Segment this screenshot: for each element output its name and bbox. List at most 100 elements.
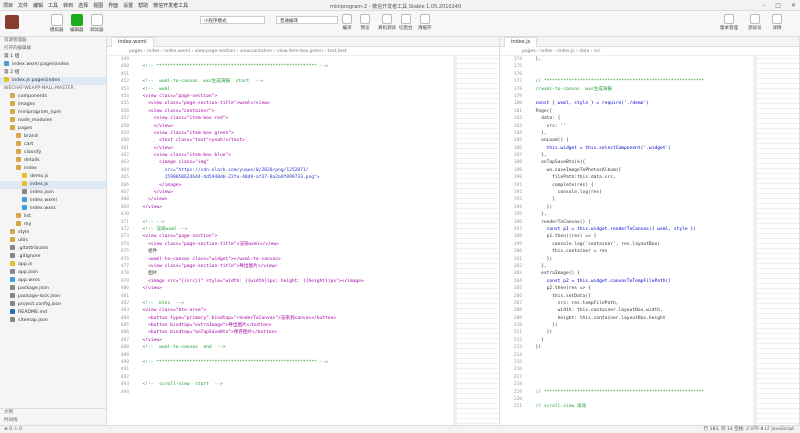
code-line[interactable]: 455 <view class="page-section-title">wxm… (107, 100, 499, 107)
code-line[interactable]: 452 <!-- wxml-to-canvas wxs生成海报 start --… (107, 78, 499, 85)
tree-item[interactable]: index.js (0, 181, 106, 189)
code-line[interactable]: 482 <!-- btns --> (107, 300, 499, 307)
code-line[interactable]: 483 <view class="btn-area"> (107, 307, 499, 314)
js-editor[interactable]: index.js pages › index › index.js › data… (500, 37, 800, 425)
menu-item[interactable]: 项目 (3, 2, 13, 9)
tree-item[interactable]: list (0, 213, 106, 221)
code-line[interactable]: 493 <!-- scroll-view start --> (107, 381, 499, 388)
compile-button[interactable]: 编译 (342, 14, 352, 31)
menu-item[interactable]: 文件 (18, 2, 28, 9)
code-line[interactable]: 492 (107, 374, 499, 381)
code-line[interactable]: 449 (107, 56, 499, 63)
menu-item[interactable]: 界面 (108, 2, 118, 9)
cursor-status[interactable]: 行 183, 列 14 空格: 2 UTF-8 LF JavaScript (704, 426, 794, 433)
tree-item[interactable]: README.md (0, 309, 106, 317)
tree-item[interactable]: cart (0, 141, 106, 149)
code-line[interactable]: 478 图片 (107, 270, 499, 277)
debugger-button[interactable]: 调试器 (90, 14, 104, 33)
code-line[interactable]: 456 <view class="container"> (107, 108, 499, 115)
tab-index-wxml[interactable]: index.wxml (111, 37, 154, 47)
background-button[interactable]: 切后台 (399, 14, 413, 31)
tree-item[interactable]: demo.js (0, 173, 106, 181)
menu-item[interactable]: 工具 (48, 2, 58, 9)
code-line[interactable]: 476 <wxml-to-canvas class="widget"></wxm… (107, 256, 499, 263)
tree-item[interactable]: project.config.json (0, 301, 106, 309)
code-line[interactable]: 490 <!-- *******************************… (107, 359, 499, 366)
code-line[interactable]: 453 <!-- wxml (107, 86, 499, 93)
problems-indicator[interactable]: ⊗ 0 ⚠ 0 (4, 426, 22, 433)
tree-item[interactable]: miniprogram_npm (0, 109, 106, 117)
menu-item[interactable]: 帮助 (138, 2, 148, 9)
code-line[interactable]: 461 </view> (107, 145, 499, 152)
mode-select[interactable]: 小程序模式 (200, 16, 265, 24)
tree-item[interactable]: .gitignore (0, 253, 106, 261)
breadcrumb[interactable]: pages › index › index.wxml › view.page-s… (107, 47, 499, 56)
code-line[interactable]: 487 </view> (107, 337, 499, 344)
code-line[interactable]: 460 <text class="text">yeah!</text> (107, 137, 499, 144)
code-line[interactable]: 469 </view> (107, 204, 499, 211)
project-header[interactable]: WECHAT-WEAPP-MALL-MASTER (0, 85, 106, 93)
preview-button[interactable]: 预览 (360, 14, 370, 31)
tree-item[interactable]: index.wxss (0, 205, 106, 213)
breadcrumb[interactable]: pages › index › index.js › data › src (500, 47, 799, 56)
tree-item[interactable]: details (0, 157, 106, 165)
wxml-editor[interactable]: index.wxml pages › index › index.wxml › … (107, 37, 500, 425)
avatar[interactable] (5, 15, 19, 29)
tree-item[interactable]: images (0, 101, 106, 109)
code-line[interactable]: 489 (107, 352, 499, 359)
tree-item[interactable]: app.wxss (0, 277, 106, 285)
tree-item[interactable]: package-lock.json (0, 293, 106, 301)
code-line[interactable]: 451 (107, 71, 499, 78)
tree-item[interactable]: index.wxml (0, 197, 106, 205)
code-line[interactable]: 457 <view class="item-box red"> (107, 115, 499, 122)
code-line[interactable]: 468 </view> (107, 196, 499, 203)
code-line[interactable]: 473 <view class="page-section"> (107, 233, 499, 240)
open-file-js[interactable]: index.js pages\index (0, 77, 106, 85)
code-line[interactable]: 485 <button bindtap="extraImage">导出图片</b… (107, 322, 499, 329)
tree-item[interactable]: style (0, 229, 106, 237)
code-line[interactable]: 471 <!-- --> (107, 219, 499, 226)
tree-item[interactable]: brand (0, 133, 106, 141)
tree-item[interactable]: classify (0, 149, 106, 157)
code-line[interactable]: 463 <image class="img" (107, 159, 499, 166)
compile-select[interactable]: 普通编译 (276, 16, 338, 24)
code-line[interactable]: 481 (107, 293, 499, 300)
code-line[interactable]: 467 </view> (107, 189, 499, 196)
version-button[interactable]: 版本管理 (720, 14, 738, 31)
code-line[interactable]: 472 <!-- 渲染wxml --> (107, 226, 499, 233)
menu-item[interactable]: 微信开发者工具 (153, 2, 188, 9)
tree-item[interactable]: app.json (0, 269, 106, 277)
clear-cache-button[interactable]: 清缓存 (418, 14, 432, 31)
tree-item[interactable]: node_modules (0, 117, 106, 125)
code-line[interactable]: 470 (107, 211, 499, 218)
code-line[interactable]: 458 </view> (107, 123, 499, 130)
code-line[interactable]: 474 <view class="page-section-title">渲染w… (107, 241, 499, 248)
menu-item[interactable]: 视图 (93, 2, 103, 9)
code-line[interactable]: 459 <view class="item-box green"> (107, 130, 499, 137)
code-line[interactable]: 486 <button bindtap="onTapSaveBtn">保存图片<… (107, 329, 499, 336)
close-icon[interactable]: ✕ (791, 2, 796, 9)
tree-item[interactable]: my (0, 221, 106, 229)
tab-index-js[interactable]: index.js (504, 37, 538, 47)
code-line[interactable]: 466 </image> (107, 182, 499, 189)
code-line[interactable]: 454 <view class="page-section"> (107, 93, 499, 100)
details-button[interactable]: 详情 (772, 14, 782, 31)
tree-item[interactable]: app.js (0, 261, 106, 269)
code-line[interactable]: 450 <!-- *******************************… (107, 63, 499, 70)
tree-item[interactable]: pages (0, 125, 106, 133)
maximize-icon[interactable]: □ (775, 2, 781, 9)
tree-item[interactable]: utils (0, 237, 106, 245)
tree-item[interactable]: package.json (0, 285, 106, 293)
menu-item[interactable]: 转到 (63, 2, 73, 9)
code-line[interactable]: 465 1590050624644-dd5948db-22fe-48d9-af3… (107, 174, 499, 181)
timeline-panel[interactable]: 时间线 (0, 417, 106, 425)
code-line[interactable]: 462 <view class="item-box blue"> (107, 152, 499, 159)
minimize-icon[interactable]: – (762, 2, 765, 9)
editor-button[interactable]: 编辑器 (70, 14, 84, 33)
code-line[interactable]: 488 <!-- wxml-to-canvas end --> (107, 344, 499, 351)
code-line[interactable]: 480 </view> (107, 285, 499, 292)
code-line[interactable]: 484 <button type="primary" bindtap="rend… (107, 315, 499, 322)
simulator-button[interactable]: 模拟器 (50, 14, 64, 33)
code-line[interactable]: 479 <image src="{{src}}" style="width: {… (107, 278, 499, 285)
code-line[interactable]: 475 组件 (107, 248, 499, 255)
